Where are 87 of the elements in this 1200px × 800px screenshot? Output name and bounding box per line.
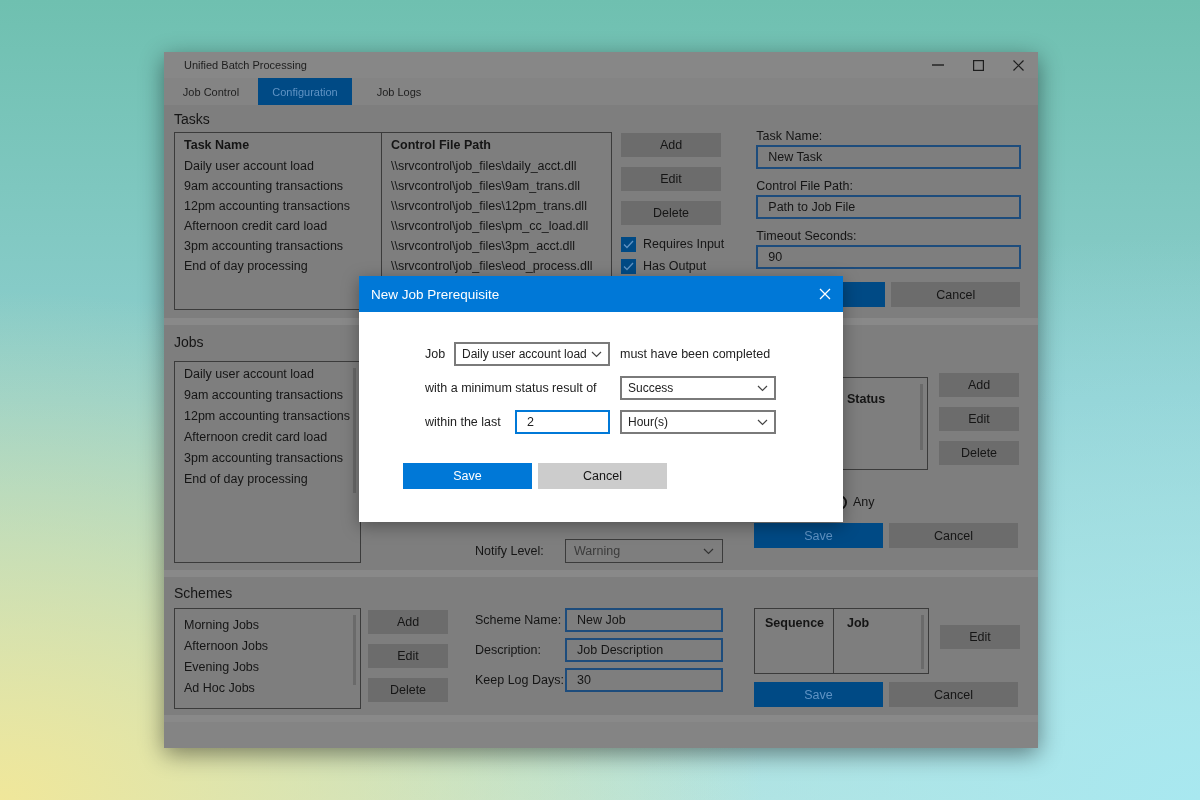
job-button[interactable]: Edit [939, 407, 1019, 431]
file-path[interactable]: \\srvcontrol\job_files\daily_acct.dll [391, 156, 602, 176]
task-name[interactable]: Afternoon credit card load [184, 216, 372, 236]
scheme-button[interactable]: Edit [368, 644, 448, 668]
field-label: Notify Level: [475, 544, 545, 558]
chevron-down-icon [703, 547, 714, 555]
section-heading: Jobs [174, 334, 205, 350]
task-name[interactable]: 12pm accounting transactions [184, 196, 372, 216]
status-select[interactable]: Success [620, 376, 776, 400]
field-label: Job [425, 347, 447, 361]
chevron-down-icon [757, 384, 768, 392]
field-label: must have been completed [620, 347, 771, 361]
job-item[interactable]: 3pm accounting transactions [184, 448, 351, 469]
column-header: Status [847, 391, 887, 408]
field-label: Control File Path: [756, 179, 853, 193]
text-field[interactable]: New Job [565, 608, 723, 632]
section-heading: Schemes [174, 585, 234, 601]
save-button[interactable]: Save [403, 463, 532, 489]
task-name[interactable]: Daily user account load [184, 156, 372, 176]
scheme-button[interactable]: Add [368, 610, 448, 634]
column-header: Sequence [765, 615, 826, 632]
section-heading: Tasks [174, 111, 211, 127]
column-header: Control File Path [391, 137, 492, 154]
unit-select[interactable]: Hour(s) [620, 410, 776, 434]
scheme-item[interactable]: Afternoon Jobs [184, 636, 351, 657]
job-item[interactable]: 12pm accounting transactions [184, 406, 351, 427]
text-field[interactable]: 30 [565, 668, 723, 692]
scheme-item[interactable]: Evening Jobs [184, 657, 351, 678]
field-label: Keep Log Days: [475, 673, 565, 687]
job-item[interactable]: 9am accounting transactions [184, 385, 351, 406]
cancel-button[interactable]: Cancel [889, 523, 1018, 548]
tab[interactable]: Configuration [258, 78, 352, 105]
checkbox[interactable] [621, 258, 636, 274]
task-name[interactable]: 9am accounting transactions [184, 176, 372, 196]
checkbox[interactable] [621, 236, 636, 252]
cancel-button[interactable]: Cancel [891, 282, 1021, 307]
job-button[interactable]: Add [939, 373, 1019, 397]
task-button[interactable]: Delete [621, 201, 721, 225]
task-name[interactable]: End of day processing [184, 256, 372, 276]
save-button[interactable]: Save [754, 682, 883, 707]
chevron-down-icon [591, 350, 602, 358]
scheme-item[interactable]: Ad Hoc Jobs [184, 678, 351, 699]
job-button[interactable]: Delete [939, 441, 1019, 465]
text-field[interactable]: 90 [756, 245, 1022, 269]
field-label: Description: [475, 643, 542, 657]
task-name[interactable]: 3pm accounting transactions [184, 236, 372, 256]
radio-label: Any [853, 495, 875, 509]
scheme-button[interactable]: Delete [368, 678, 448, 702]
field-label: Timeout Seconds: [756, 229, 857, 243]
cancel-button[interactable]: Cancel [889, 682, 1018, 707]
file-path[interactable]: \\srvcontrol\job_files\12pm_trans.dll [391, 196, 602, 216]
task-button[interactable]: Add [621, 133, 721, 157]
maximize-icon[interactable] [972, 59, 984, 71]
close-icon[interactable] [1012, 59, 1024, 71]
task-button[interactable]: Edit [621, 167, 721, 191]
chevron-down-icon [757, 418, 768, 426]
tab[interactable]: Job Control [164, 78, 258, 105]
column-header: Job [847, 615, 871, 632]
job-item[interactable]: End of day processing [184, 469, 351, 490]
field-label: Scheme Name: [475, 613, 563, 627]
field-label: within the last [425, 415, 502, 429]
column-header: Task Name [184, 137, 251, 154]
field-label: with a minimum status result of [425, 381, 598, 395]
job-item[interactable]: Daily user account load [184, 364, 351, 385]
text-field[interactable]: New Task [756, 145, 1022, 169]
cancel-button[interactable]: Cancel [538, 463, 667, 489]
checkbox-label: Has Output [643, 259, 707, 273]
scheme-item[interactable]: Morning Jobs [184, 615, 351, 636]
window-title: Unified Batch Processing [184, 59, 307, 71]
tab[interactable]: Job Logs [352, 78, 446, 105]
notify-select[interactable]: Warning [565, 539, 723, 563]
sequence-table[interactable]: Sequence Job [754, 608, 929, 674]
save-button[interactable]: Save [754, 523, 883, 548]
file-path[interactable]: \\srvcontrol\job_files\pm_cc_load.dll [391, 216, 602, 236]
field-label: Task Name: [756, 129, 823, 143]
job-item[interactable]: Afternoon credit card load [184, 427, 351, 448]
checkbox-label: Requires Input [643, 237, 725, 251]
text-field[interactable]: Path to Job File [756, 195, 1022, 219]
text-field[interactable]: Job Description [565, 638, 723, 662]
number-field[interactable]: 2 [515, 410, 610, 434]
file-path[interactable]: \\srvcontrol\job_files\3pm_acct.dll [391, 236, 602, 256]
scheme-list[interactable]: Morning Jobs Afternoon Jobs Evening Jobs Ad Hoc Jobs [174, 608, 361, 709]
dialog-title: New Job Prerequisite [371, 286, 500, 302]
job-select[interactable]: Daily user account load [454, 342, 610, 366]
file-path[interactable]: \\srvcontrol\job_files\9am_trans.dll [391, 176, 602, 196]
edit-button[interactable]: Edit [940, 625, 1020, 649]
file-path[interactable]: \\srvcontrol\job_files\eod_process.dll [391, 256, 602, 276]
